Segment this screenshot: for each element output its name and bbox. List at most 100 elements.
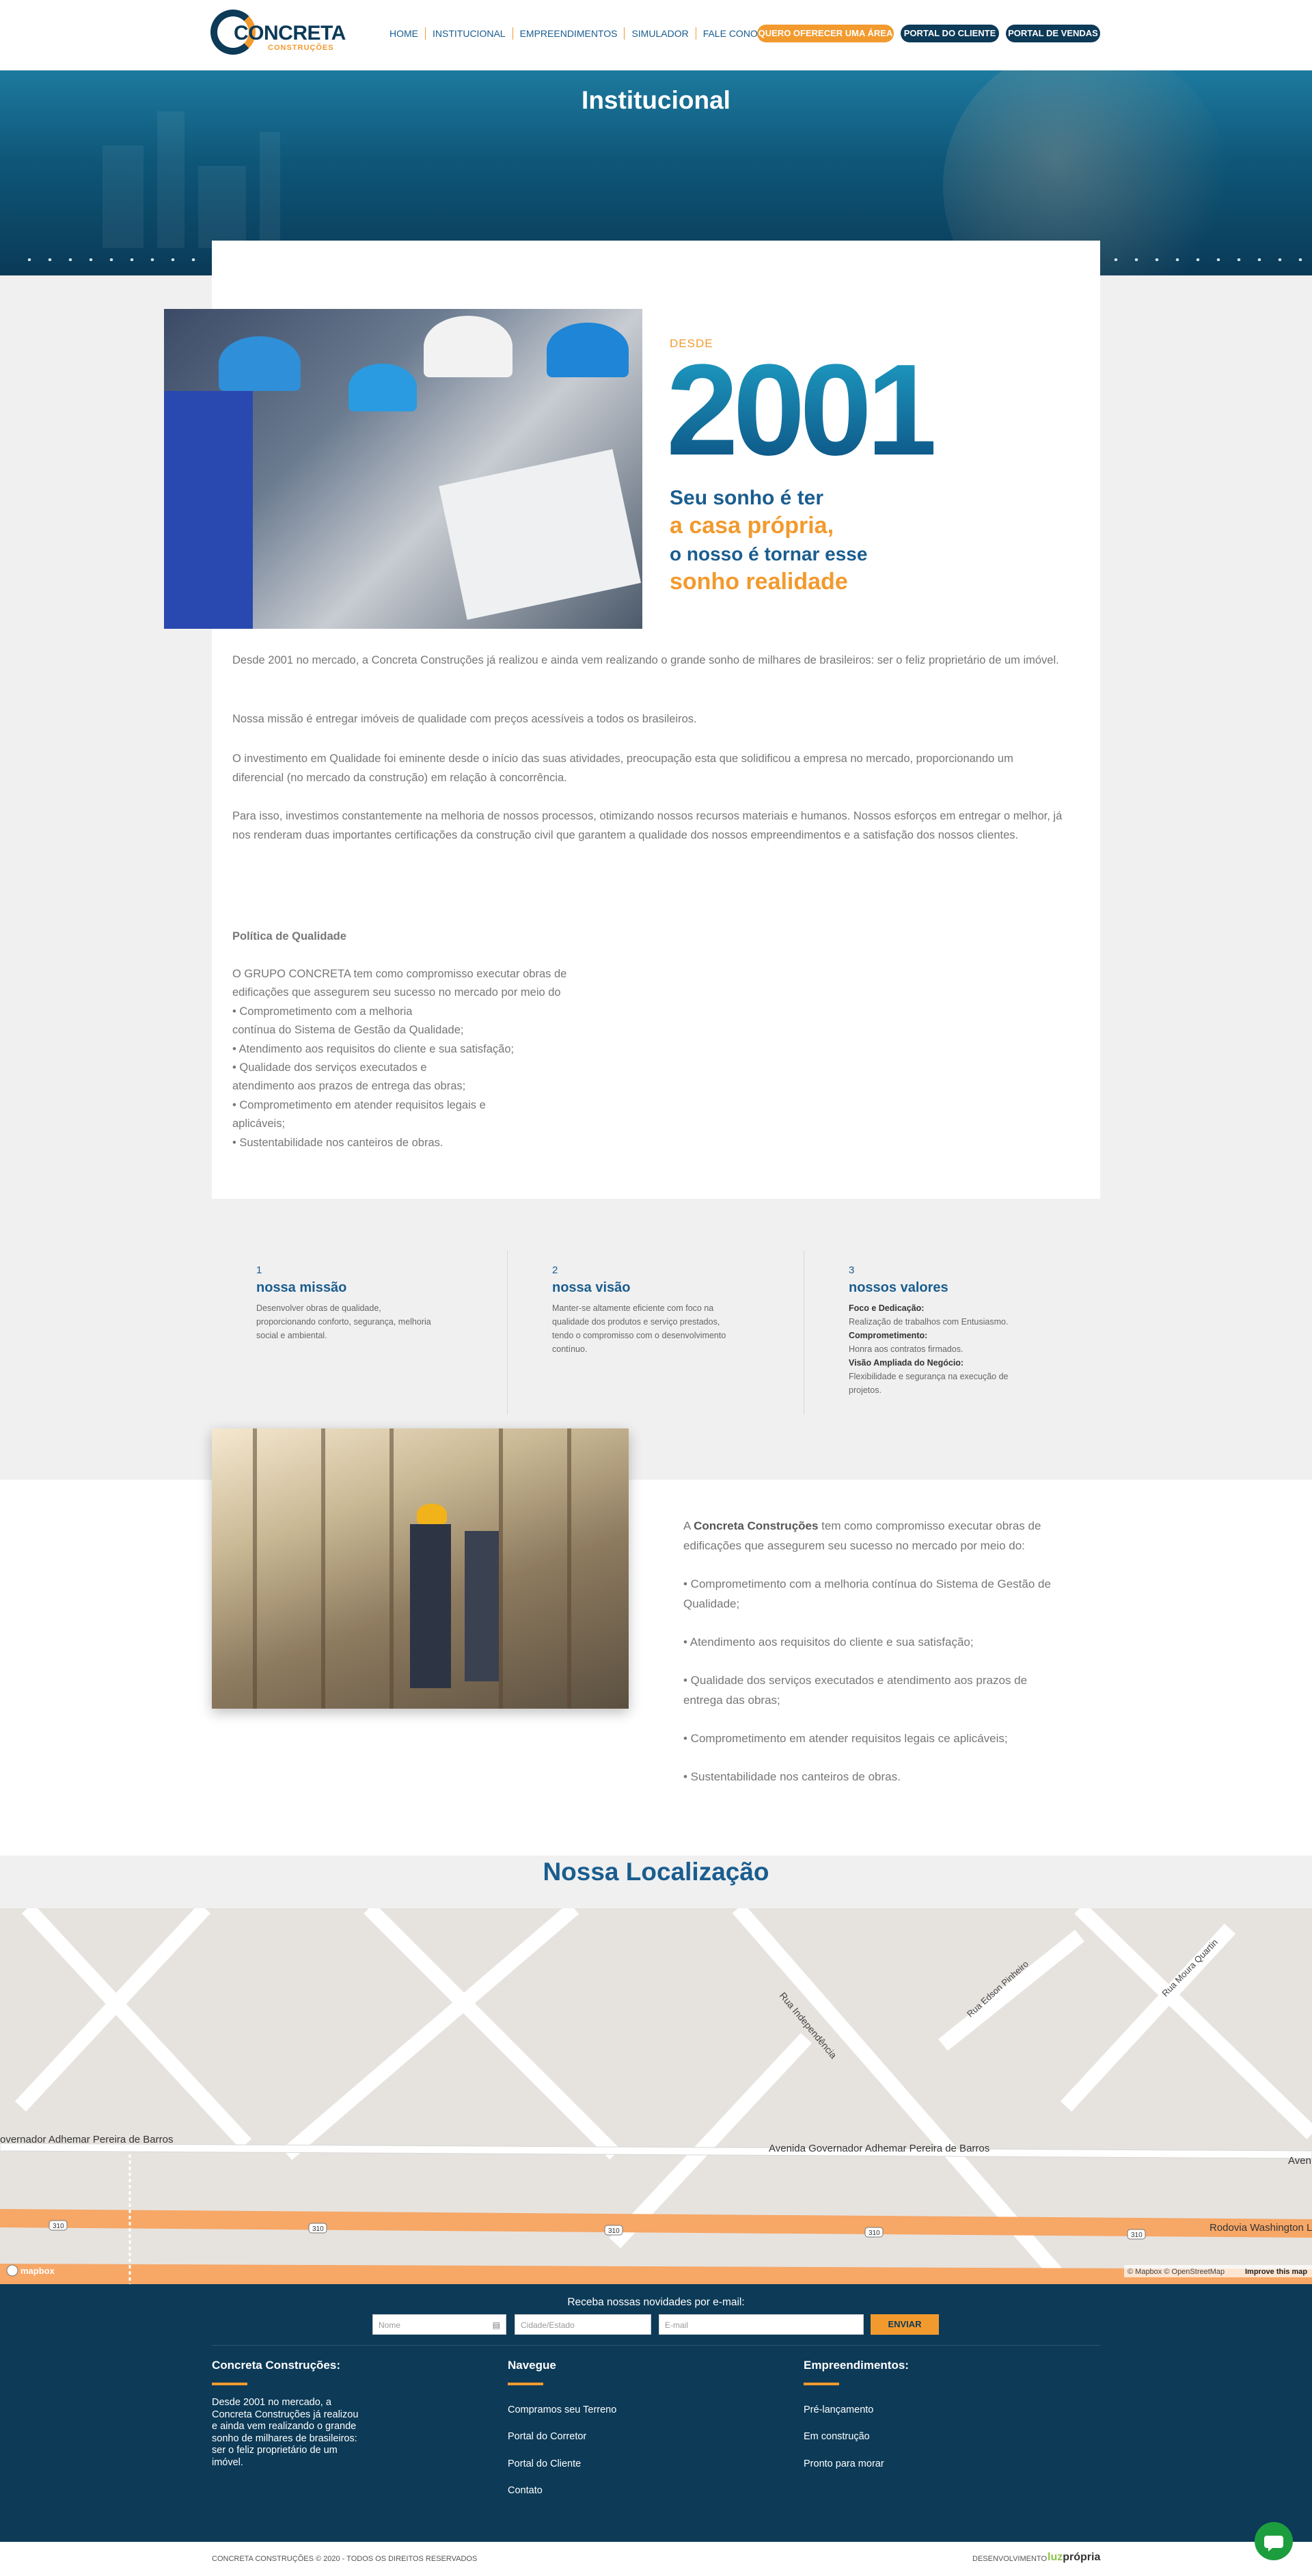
page-title: Institucional xyxy=(582,86,730,114)
bottom-bar xyxy=(0,2542,1312,2576)
newsletter-city-field[interactable]: Cidade/Estado xyxy=(515,2314,651,2335)
contact-card-icon: ▤ xyxy=(492,2320,500,2330)
value-heading: Foco e Dedicação: xyxy=(849,1303,925,1313)
location-map[interactable]: Rua Independência Rua Edson Pinheiro Rua… xyxy=(0,1908,1312,2284)
map-attribution[interactable]: © Mapbox © OpenStreetMap xyxy=(1128,2268,1225,2276)
scaffold-shape xyxy=(321,1428,325,1709)
value-line: Flexibilidade e segurança na execução de xyxy=(849,1372,1009,1381)
street-label: Avenida Governador Adhemar Pereira de Ba… xyxy=(769,2143,989,2154)
offer-area-button[interactable]: QUERO OFERECER UMA ÁREA xyxy=(757,25,894,42)
mission-column: 1 nossa missão Desenvolver obras de qual… xyxy=(256,1264,516,1342)
commitment-item: • Atendimento aos requisitos do cliente … xyxy=(683,1636,974,1649)
mapbox-logo-text: mapbox xyxy=(20,2266,55,2276)
footer-link-ready[interactable]: Pronto para morar xyxy=(804,2458,884,2469)
values-title: nossos valores xyxy=(849,1280,948,1295)
site-header: CONCRETA CONSTRUÇÕES HOME INSTITUCIONAL … xyxy=(0,0,1312,70)
policy-line: • Comprometimento com a melhoria xyxy=(232,1005,413,1018)
commitment-item: • Qualidade dos serviços executados e at… xyxy=(683,1674,1028,1707)
newsletter-send-button[interactable]: ENVIAR xyxy=(871,2314,939,2335)
commitment-section xyxy=(0,1480,1312,1856)
mission-line: proporcionando conforto, segurança, melh… xyxy=(256,1317,431,1327)
newsletter-label: Receba nossas novidades por e-mail: xyxy=(567,2296,745,2308)
name-placeholder: Nome xyxy=(379,2320,401,2330)
since-year: 2001 xyxy=(666,338,939,483)
map-canvas[interactable]: Rua Independência Rua Edson Pinheiro Rua… xyxy=(0,1908,1312,2284)
hero-building xyxy=(198,166,246,248)
logo-subtitle: CONSTRUÇÕES xyxy=(268,44,334,52)
footer-company-line: Concreta Construções já realizou xyxy=(212,2409,359,2420)
city-placeholder: Cidade/Estado xyxy=(521,2320,575,2330)
scaffold-shape xyxy=(499,1428,503,1709)
policy-line: • Atendimento aos requisitos do cliente … xyxy=(232,1042,515,1055)
client-portal-button[interactable]: PORTAL DO CLIENTE xyxy=(901,25,999,42)
mapbox-logo-icon xyxy=(6,2264,18,2277)
footer-link-cliente[interactable]: Portal do Cliente xyxy=(508,2458,581,2469)
newsletter-name-field[interactable]: Nome ▤ xyxy=(372,2314,506,2335)
mission-text: Desenvolver obras de qualidade, proporci… xyxy=(256,1301,516,1342)
helmet-shape xyxy=(424,316,512,377)
route-shield-label: 310 xyxy=(1131,2232,1143,2239)
main-nav: HOME INSTITUCIONAL EMPREENDIMENTOS SIMUL… xyxy=(383,27,785,40)
mission-line: Desenvolver obras de qualidade, xyxy=(256,1303,381,1313)
helmet-shape xyxy=(348,364,417,411)
location-title: Nossa Localização xyxy=(543,1858,769,1886)
vision-line: contínuo. xyxy=(552,1344,588,1354)
copyright-text: CONCRETA CONSTRUÇÕES © 2020 - TODOS OS D… xyxy=(212,2555,478,2563)
policy-line: • Qualidade dos serviços executados e xyxy=(232,1061,427,1074)
worker-jacket xyxy=(164,391,253,629)
logo[interactable]: CONCRETA CONSTRUÇÕES xyxy=(210,8,346,56)
nav-institucional[interactable]: INSTITUCIONAL xyxy=(425,27,512,40)
footer-link-pre-launch[interactable]: Pré-lançamento xyxy=(804,2404,873,2415)
footer-company-line: e ainda vem realizando o grande xyxy=(212,2421,357,2432)
policy-line: edificações que assegurem seu sucesso no… xyxy=(232,986,561,999)
intro-paragraph-4: Para isso, investimos constantemente na … xyxy=(232,810,1063,841)
chat-button[interactable] xyxy=(1255,2522,1293,2560)
hero-building xyxy=(102,146,144,248)
footer-link-under-construction[interactable]: Em construção xyxy=(804,2431,870,2442)
footer-divider xyxy=(212,2345,1100,2346)
vision-number: 2 xyxy=(552,1264,558,1276)
developer-logo[interactable]: luzprópria xyxy=(1048,2551,1100,2564)
footer-link-corretor[interactable]: Portal do Corretor xyxy=(508,2431,586,2442)
policy-line: • Comprometimento em atender requisitos … xyxy=(232,1098,486,1111)
vision-title: nossa visão xyxy=(552,1280,631,1295)
improve-map-link[interactable]: Improve this map xyxy=(1245,2268,1307,2276)
construction-site-photo xyxy=(212,1428,629,1709)
footer-company-text: Desde 2001 no mercado, a Concreta Constr… xyxy=(212,2397,430,2469)
nav-home[interactable]: HOME xyxy=(383,27,425,40)
mission-number: 1 xyxy=(256,1264,262,1276)
nav-simulador[interactable]: SIMULADOR xyxy=(624,27,695,40)
route-shield-label: 310 xyxy=(312,2225,324,2233)
footer-link-terreno[interactable]: Compramos seu Terreno xyxy=(508,2404,616,2415)
slogan-line-2: a casa própria, xyxy=(670,513,834,539)
value-heading: Comprometimento: xyxy=(849,1331,928,1340)
commitment-item: • Sustentabilidade nos canteiros de obra… xyxy=(683,1770,901,1783)
footer-navigate-title: Navegue xyxy=(508,2359,556,2372)
footer-company-line: imóvel. xyxy=(212,2456,243,2468)
slogan-line-4: sonho realidade xyxy=(670,569,848,595)
policy-line: atendimento aos prazos de entrega das ob… xyxy=(232,1080,466,1093)
footer-accent-bar xyxy=(212,2383,247,2385)
street-label: overnador Adhemar Pereira de Barros xyxy=(0,2134,173,2145)
route-shield-label: 310 xyxy=(869,2229,880,2237)
street-label: Aven xyxy=(1288,2155,1311,2167)
hero-building xyxy=(260,132,280,248)
email-placeholder: E-mail xyxy=(665,2320,689,2330)
newsletter-email-field[interactable]: E-mail xyxy=(659,2314,864,2335)
intro-paragraph-1: Desde 2001 no mercado, a Concreta Constr… xyxy=(232,654,1059,666)
mission-title: nossa missão xyxy=(256,1280,347,1295)
hardhat-shape xyxy=(417,1504,447,1524)
footer-developments-title: Empreendimentos: xyxy=(804,2359,909,2372)
vision-text: Manter-se altamente eficiente com foco n… xyxy=(552,1301,812,1356)
value-line: Realização de trabalhos com Entusiasmo. xyxy=(849,1317,1009,1327)
footer-accent-bar xyxy=(804,2383,839,2385)
developer-logo-part-a: luz xyxy=(1048,2551,1063,2563)
mission-line: social e ambiental. xyxy=(256,1331,327,1340)
commitment-text: A Concreta Construções tem como compromi… xyxy=(683,1516,1066,1787)
footer-company-line: ser o feliz proprietário de um xyxy=(212,2445,338,2456)
nav-empreendimentos[interactable]: EMPREENDIMENTOS xyxy=(512,27,625,40)
slogan-line-1: Seu sonho é ter xyxy=(670,487,824,509)
sales-portal-button[interactable]: PORTAL DE VENDAS xyxy=(1006,25,1100,42)
footer-link-contato[interactable]: Contato xyxy=(508,2485,543,2496)
scaffold-shape xyxy=(253,1428,257,1709)
